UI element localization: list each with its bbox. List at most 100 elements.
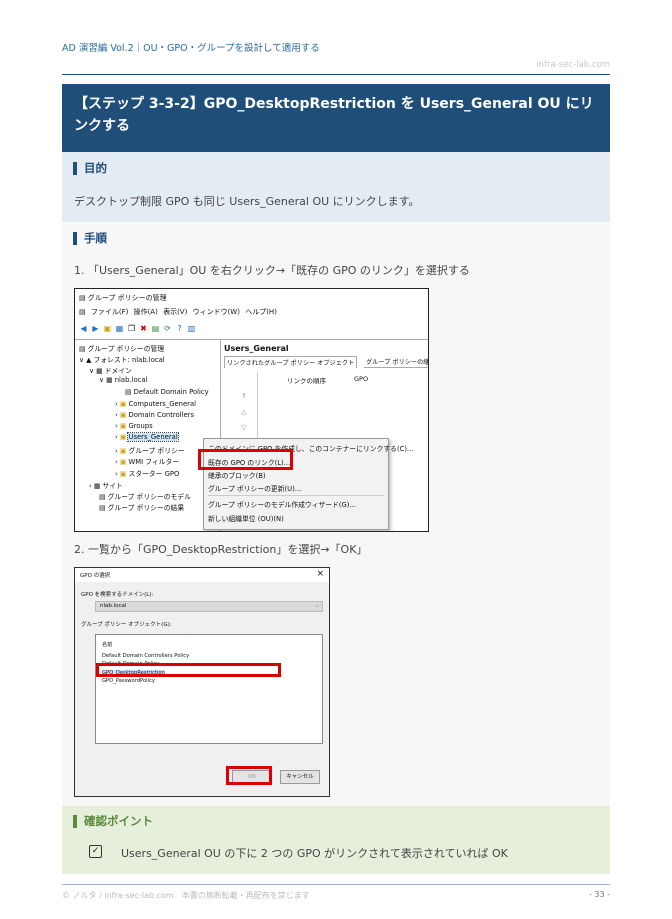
tree-item-gpo-objects[interactable]: › ▣ グループ ポリシー [115, 445, 185, 455]
tree-item-label: スターター GPO [128, 470, 180, 478]
step-title: 【ステップ 3-3-2】GPO_DesktopRestriction を Use… [62, 84, 610, 152]
help-icon[interactable]: ? [175, 324, 184, 333]
tree-item-users-general[interactable]: › ▣ Users_General [115, 432, 179, 442]
forward-icon[interactable]: ▶ [91, 324, 100, 333]
tree-root[interactable]: ▤ グループ ポリシーの管理 [79, 343, 164, 353]
tab-linked-gpos[interactable]: リンクされたグループ ポリシー オブジェクト [224, 356, 358, 368]
tree-domains-label: ドメイン [104, 367, 132, 375]
tree-domain[interactable]: ∨ ▦ nlab.local [99, 376, 147, 384]
tree-modeling[interactable]: ▤ グループ ポリシーのモデル [99, 491, 191, 501]
gpmc-screenshot: ▤ グループ ポリシーの管理 ▤ ファイル(F) 操作(A) 表示(V) ウィン… [74, 288, 429, 532]
console-tree: ▤ グループ ポリシーの管理 ∨ ▲ フォレスト: nlab.local ∨ ▦… [75, 339, 221, 531]
menu-separator [208, 495, 384, 496]
procedure-step-1: 1. 「Users_General」OU を右クリック→「既存の GPO のリン… [74, 264, 470, 277]
page-number: - 33 - [588, 890, 610, 899]
dialog-title: GPO の選択 [80, 573, 111, 579]
menu-new-ou[interactable]: 新しい組織単位 (OU)(N) [208, 513, 284, 523]
dialog-titlebar [75, 568, 329, 582]
menu-modeling-wizard[interactable]: グループ ポリシーのモデル作成ウィザード(G)... [208, 499, 356, 509]
gpmc-root-icon: ▤ [79, 345, 88, 353]
tab-inheritance[interactable]: グループ ポリシーの継 [364, 356, 428, 368]
gpmc-icon: ▤ [79, 294, 88, 302]
properties-icon[interactable]: ▤ [151, 324, 160, 333]
menu-gp-update[interactable]: グループ ポリシーの更新(U)... [208, 483, 301, 493]
menu-view[interactable]: 表示(V) [163, 308, 187, 316]
tree-domains[interactable]: ∨ ▦ ドメイン [89, 365, 132, 375]
window-title-text: グループ ポリシーの管理 [87, 294, 167, 302]
domain-icon: ▦ [106, 376, 115, 384]
tree-item-groups[interactable]: › ▣ Groups [115, 422, 153, 430]
tree-item-label: Default Domain Policy [133, 388, 209, 396]
sort-ascending-icon: ⌃ [184, 633, 190, 640]
up-folder-icon[interactable]: ▣ [103, 324, 112, 333]
list-item[interactable]: GPO_PasswordPolicy [102, 678, 155, 684]
tree-item-label: Users_General [127, 432, 179, 442]
domains-icon: ▦ [96, 367, 105, 375]
forest-icon: ▲ [86, 356, 94, 364]
col-gpo[interactable]: GPO [354, 375, 368, 383]
window-title: ▤ グループ ポリシーの管理 [79, 293, 167, 303]
delete-icon[interactable]: ✖ [139, 324, 148, 333]
confirm-heading: 確認ポイント [73, 815, 153, 828]
back-icon[interactable]: ◀ [79, 324, 88, 333]
close-icon[interactable]: × [316, 569, 324, 579]
header-divider [62, 74, 610, 75]
tree-item-label: WMI フィルター [128, 458, 180, 466]
tree-item-wmi-filters[interactable]: › ▣ WMI フィルター [115, 456, 179, 466]
menu-block-inheritance[interactable]: 継承のブロック(B) [208, 470, 266, 480]
modeling-icon: ▤ [99, 493, 108, 501]
menu-help[interactable]: ヘルプ(H) [245, 308, 277, 316]
gpo-select-dialog: GPO の選択 × GPO を検索するドメイン(L): nlab.local ⌵… [74, 567, 330, 797]
domain-label: GPO を検索するドメイン(L): [81, 592, 154, 598]
domain-select[interactable]: nlab.local ⌵ [95, 601, 323, 612]
document-title: AD 演習編 Vol.2｜OU・GPO・グループを設計して適用する [62, 43, 320, 54]
move-up-icon[interactable]: △ [241, 408, 246, 416]
move-down-icon[interactable]: ▽ [241, 424, 246, 432]
tree-item-computers-general[interactable]: › ▣ Computers_General [115, 400, 196, 408]
menu-window[interactable]: ウィンドウ(W) [193, 308, 240, 316]
file-icon: ▤ [79, 308, 91, 316]
list-divider [257, 372, 258, 442]
tree-sites-label: サイト [102, 482, 123, 490]
procedure-step-2: 2. 一覧から「GPO_DesktopRestriction」を選択→「OK」 [74, 543, 368, 556]
tree-item-label: Computers_General [128, 400, 196, 408]
highlight-desktop-restriction [96, 663, 281, 677]
col-name[interactable]: 名前 [102, 641, 112, 648]
procedure-heading: 手順 [73, 232, 107, 245]
console-icon[interactable]: ▥ [187, 324, 196, 333]
tree-forest[interactable]: ∨ ▲ フォレスト: nlab.local [79, 354, 165, 364]
tree-item-label: グループ ポリシー [128, 447, 185, 455]
tree-sites[interactable]: › ▦ サイト [89, 480, 123, 490]
site-name: infra-sec-lab.com [536, 60, 610, 70]
move-top-icon[interactable]: ⇑ [241, 392, 247, 400]
footer-divider [62, 884, 610, 885]
show-hide-tree-icon[interactable]: ▦ [115, 324, 124, 333]
tree-forest-label: フォレスト: nlab.local [93, 356, 165, 364]
confirm-item: Users_General OU の下に 2 つの GPO がリンクされて表示さ… [121, 847, 508, 860]
gpo-list: ⌃ 名前 Default Domain Controllers Policy D… [95, 633, 323, 744]
copy-icon[interactable]: ❐ [127, 324, 136, 333]
menu-action[interactable]: 操作(A) [134, 308, 158, 316]
tree-item-starter-gpos[interactable]: › ▣ スターター GPO [115, 468, 179, 478]
tree-item-label: Domain Controllers [128, 411, 194, 419]
tree-results[interactable]: ▤ グループ ポリシーの結果 [99, 502, 184, 512]
purpose-heading: 目的 [73, 162, 107, 175]
menu-file[interactable]: ファイル(F) [91, 308, 129, 316]
list-item[interactable]: Default Domain Controllers Policy [102, 653, 189, 659]
highlight-ok [226, 766, 272, 785]
gpo-link-icon: ▤ [125, 388, 134, 396]
checkbox-checked-icon: ✓ [89, 845, 102, 858]
footer-copyright: © ノルタ / infra-sec-lab.com 本書の無断転載・再配布を禁じ… [62, 891, 310, 900]
cancel-button[interactable]: キャンセル [280, 770, 320, 784]
tree-results-label: グループ ポリシーの結果 [107, 504, 185, 512]
gpo-list-label: グループ ポリシー オブジェクト(G): [81, 622, 172, 628]
results-icon: ▤ [99, 504, 108, 512]
tree-item-default-domain-policy[interactable]: ▤ Default Domain Policy [125, 388, 209, 396]
tree-domain-label: nlab.local [114, 376, 148, 384]
tree-item-domain-controllers[interactable]: › ▣ Domain Controllers [115, 411, 194, 419]
refresh-icon[interactable]: ⟳ [163, 324, 172, 333]
menu-bar: ▤ ファイル(F) 操作(A) 表示(V) ウィンドウ(W) ヘルプ(H) [79, 307, 277, 317]
purpose-section [62, 152, 610, 222]
toolbar: ◀ ▶ ▣ ▦ ❐ ✖ ▤ ⟳ ? ▥ [77, 321, 428, 335]
col-link-order[interactable]: リンクの順序 [287, 375, 326, 385]
